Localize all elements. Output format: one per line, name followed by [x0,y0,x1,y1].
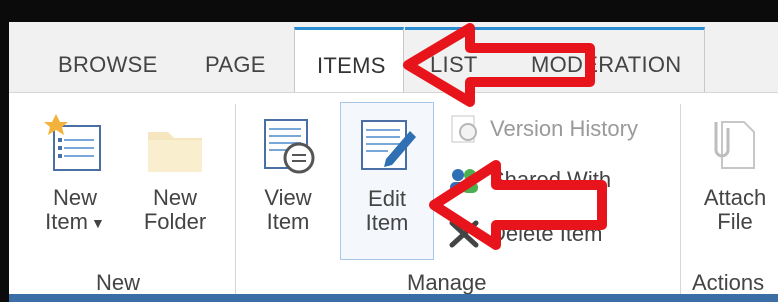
top-border [0,0,778,22]
attach-file-label-line2: File [717,209,753,234]
edit-item-label-line1: Edit [368,186,406,211]
new-folder-label-line1: New [152,185,197,210]
dropdown-caret-icon: ▼ [90,215,105,232]
edit-item-label-line2: Item [365,210,409,235]
view-item-label-line2: Item [266,209,310,234]
new-item-label-line1: New [52,185,97,210]
bottom-border [9,294,778,302]
group-separator [680,104,681,294]
group-label-new: New [96,270,141,295]
version-history-icon [451,115,477,143]
new-folder-label-line2: Folder [143,209,207,234]
new-item-icon [44,114,101,171]
group-label-manage: Manage [407,270,487,295]
attach-file-button[interactable]: Attach File [692,112,778,234]
folder-icon [148,132,202,172]
view-item-button[interactable]: View Item [244,112,332,234]
new-item-button[interactable]: New Item ▼ [28,112,122,235]
view-item-icon [264,119,315,174]
group-separator [235,104,236,294]
tab-items[interactable]: ITEMS [294,27,404,99]
new-folder-button[interactable]: New Folder [130,112,220,234]
attach-file-icon [714,121,755,169]
left-border [0,0,9,302]
tab-items-label: ITEMS [317,53,386,78]
view-item-label-line1: View [264,185,312,210]
tab-page[interactable]: PAGE [205,52,266,78]
group-label-actions: Actions [692,270,765,295]
annotation-arrow-icon [429,160,607,250]
edit-item-button[interactable]: Edit Item [340,102,434,260]
new-item-label-line2: Item ▼ [45,209,105,234]
version-history-button[interactable]: Version History [446,114,638,144]
edit-item-icon [361,120,416,170]
tab-browse[interactable]: BROWSE [58,52,158,78]
attach-file-label-line1: Attach [703,185,767,210]
version-history-label: Version History [490,116,638,141]
annotation-arrow-icon [403,23,595,107]
sharepoint-ribbon: BROWSE PAGE ITEMS LIST MODERATION New It… [0,0,778,303]
